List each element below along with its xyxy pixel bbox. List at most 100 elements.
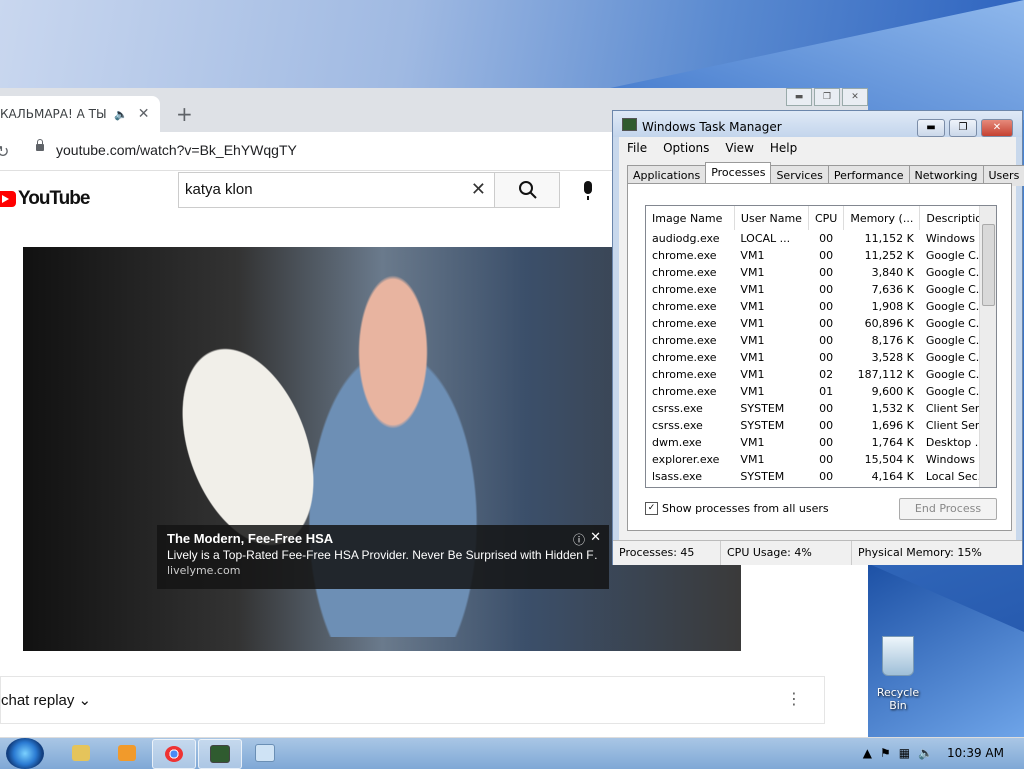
table-cell: 3,528 K: [844, 349, 920, 366]
table-cell: 02: [808, 366, 843, 383]
table-cell: VM1: [734, 451, 808, 468]
close-button[interactable]: ✕: [842, 88, 868, 106]
ad-overlay[interactable]: The Modern, Fee-Free HSA Lively is a Top…: [157, 525, 609, 589]
recycle-bin[interactable]: Recycle Bin: [868, 636, 928, 712]
table-cell: chrome.exe: [646, 298, 734, 315]
status-memory: Physical Memory: 15%: [852, 541, 988, 565]
table-row[interactable]: chrome.exeVM10060,896 KGoogle C...: [646, 315, 996, 332]
search-button[interactable]: [494, 172, 560, 208]
table-cell: chrome.exe: [646, 281, 734, 298]
table-cell: 1,908 K: [844, 298, 920, 315]
more-options-icon[interactable]: ⋮: [786, 689, 802, 708]
tab-close-icon[interactable]: ✕: [138, 106, 150, 122]
ad-close-icon[interactable]: ✕: [590, 530, 601, 545]
column-user-name[interactable]: User Name: [734, 206, 808, 230]
system-tray: ▲ ⚑ ▦ 🔈 10:39 AM: [855, 746, 1004, 760]
search-icon: [518, 180, 538, 200]
vertical-scrollbar[interactable]: [979, 206, 996, 487]
table-row[interactable]: chrome.exeVM10011,252 KGoogle C...: [646, 247, 996, 264]
table-row[interactable]: explorer.exeVM10015,504 KWindows ...: [646, 451, 996, 468]
show-hidden-icons-icon[interactable]: ▲: [863, 746, 872, 760]
chat-replay-dropdown[interactable]: chat replay ⌄: [1, 691, 91, 709]
table-cell: 00: [808, 468, 843, 485]
table-cell: 00: [808, 315, 843, 332]
status-cpu: CPU Usage: 4%: [721, 541, 852, 565]
maximize-button[interactable]: ❐: [814, 88, 840, 106]
microphone-icon[interactable]: [584, 181, 592, 194]
table-cell: 60,896 K: [844, 315, 920, 332]
start-button[interactable]: [6, 738, 44, 769]
table-cell: VM1: [734, 434, 808, 451]
table-cell: 00: [808, 349, 843, 366]
taskbar-task-manager[interactable]: [198, 739, 242, 769]
minimize-button[interactable]: ▬: [917, 119, 945, 137]
action-center-icon[interactable]: ⚑: [880, 746, 891, 760]
table-row[interactable]: chrome.exeVM1008,176 KGoogle C...: [646, 332, 996, 349]
youtube-play-icon: [0, 191, 16, 207]
chevron-down-icon: ⌄: [79, 692, 92, 709]
info-icon[interactable]: ⓘ: [573, 531, 585, 548]
table-row[interactable]: csrss.exeSYSTEM001,696 KClient Ser...: [646, 417, 996, 434]
table-row[interactable]: chrome.exeVM1001,908 KGoogle C...: [646, 298, 996, 315]
column-memory[interactable]: Memory (...: [844, 206, 920, 230]
table-row[interactable]: dwm.exeVM1001,764 KDesktop ...: [646, 434, 996, 451]
table-cell: 11,252 K: [844, 247, 920, 264]
menu-options[interactable]: Options: [655, 141, 717, 155]
status-bar: Processes: 45 CPU Usage: 4% Physical Mem…: [613, 540, 1022, 565]
ad-description: Lively is a Top-Rated Fee-Free HSA Provi…: [167, 548, 599, 562]
recycle-bin-label: Recycle Bin: [868, 686, 928, 712]
windows-explorer-icon: [72, 745, 90, 761]
taskbar-chrome[interactable]: [152, 739, 196, 769]
table-cell: SYSTEM: [734, 417, 808, 434]
menu-view[interactable]: View: [717, 141, 761, 155]
table-cell: csrss.exe: [646, 417, 734, 434]
taskbar-media-player[interactable]: [106, 739, 148, 767]
close-button[interactable]: ✕: [981, 119, 1013, 137]
clear-icon[interactable]: ✕: [471, 179, 486, 200]
taskbar-explorer[interactable]: [60, 739, 102, 767]
column-cpu[interactable]: CPU: [808, 206, 843, 230]
maximize-button[interactable]: ❐: [949, 119, 977, 137]
youtube-logo[interactable]: YouTube: [0, 188, 89, 210]
end-process-button[interactable]: End Process: [899, 498, 997, 520]
table-cell: LOCAL ...: [734, 230, 808, 247]
browser-tab[interactable]: КАЛЬМАРА! А ТЫ ХО 🔈 ✕: [0, 96, 160, 132]
new-tab-button[interactable]: +: [176, 102, 193, 126]
menu-file[interactable]: File: [619, 141, 655, 155]
minimize-button[interactable]: ▬: [786, 88, 812, 106]
table-row[interactable]: csrss.exeSYSTEM001,532 KClient Ser...: [646, 400, 996, 417]
column-image-name[interactable]: Image Name: [646, 206, 734, 230]
speaker-icon[interactable]: 🔈: [114, 108, 128, 121]
volume-icon[interactable]: 🔈: [918, 746, 933, 760]
table-row[interactable]: chrome.exeVM1003,840 KGoogle C...: [646, 264, 996, 281]
ad-url[interactable]: livelyme.com: [167, 564, 599, 577]
show-all-users-checkbox[interactable]: ✓ Show processes from all users: [645, 502, 829, 515]
process-table: Image Name User Name CPU Memory (... Des…: [646, 206, 996, 485]
search-input[interactable]: katya klon ✕: [178, 172, 494, 208]
clock[interactable]: 10:39 AM: [947, 746, 1004, 760]
table-cell: lsass.exe: [646, 468, 734, 485]
table-cell: 00: [808, 281, 843, 298]
menu-help[interactable]: Help: [762, 141, 805, 155]
table-row[interactable]: chrome.exeVM1003,528 KGoogle C...: [646, 349, 996, 366]
lock-icon[interactable]: [36, 144, 44, 151]
network-icon[interactable]: ▦: [899, 746, 910, 760]
taskbar-notepad[interactable]: [244, 739, 286, 767]
table-cell: chrome.exe: [646, 383, 734, 400]
checkbox-icon[interactable]: ✓: [645, 502, 658, 515]
table-row[interactable]: chrome.exeVM102187,112 KGoogle C...: [646, 366, 996, 383]
scrollbar-thumb[interactable]: [982, 224, 995, 306]
table-row[interactable]: chrome.exeVM1019,600 KGoogle C...: [646, 383, 996, 400]
table-row[interactable]: audiodg.exeLOCAL ...0011,152 KWindows ..…: [646, 230, 996, 247]
reload-icon[interactable]: ↻: [0, 142, 9, 161]
table-row[interactable]: lsass.exeSYSTEM004,164 KLocal Sec...: [646, 468, 996, 485]
url-field[interactable]: youtube.com/watch?v=Bk_EhYWqgTY: [56, 142, 297, 158]
table-cell: VM1: [734, 264, 808, 281]
table-cell: chrome.exe: [646, 264, 734, 281]
task-manager-titlebar[interactable]: Windows Task Manager ▬ ❐ ✕: [613, 111, 1022, 137]
table-row[interactable]: chrome.exeVM1007,636 KGoogle C...: [646, 281, 996, 298]
tab-title: КАЛЬМАРА! А ТЫ ХО: [0, 107, 110, 121]
table-cell: VM1: [734, 332, 808, 349]
table-cell: VM1: [734, 349, 808, 366]
process-list[interactable]: Image Name User Name CPU Memory (... Des…: [645, 205, 997, 488]
